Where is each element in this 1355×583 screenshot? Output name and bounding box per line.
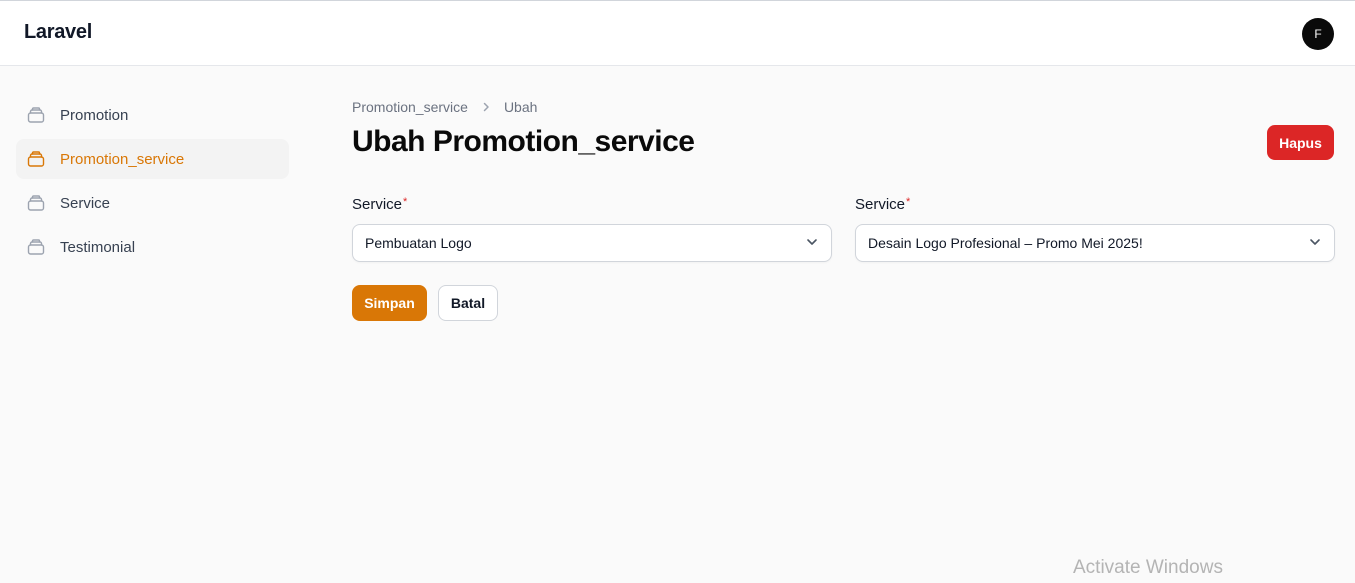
cancel-button[interactable]: Batal xyxy=(438,285,498,321)
breadcrumb-parent-link[interactable]: Promotion_service xyxy=(352,99,468,115)
sidebar-item-promotion[interactable]: Promotion xyxy=(16,95,289,135)
promotion-field: Service* Desain Logo Profesional – Promo… xyxy=(855,196,1335,262)
chevron-down-icon xyxy=(1308,235,1322,252)
sidebar-item-label: Promotion_service xyxy=(60,150,185,168)
promotion-select-value: Desain Logo Profesional – Promo Mei 2025… xyxy=(868,235,1143,251)
promotion-label: Service* xyxy=(855,196,1335,214)
sidebar-item-label: Service xyxy=(60,194,111,212)
stack-icon xyxy=(26,149,46,169)
chevron-down-icon xyxy=(805,235,819,252)
promotion-label-text: Service xyxy=(855,196,906,213)
breadcrumb: Promotion_service Ubah xyxy=(352,99,537,115)
brand-logo[interactable]: Laravel xyxy=(24,21,92,44)
delete-button[interactable]: Hapus xyxy=(1267,125,1334,160)
required-mark: * xyxy=(906,196,911,208)
service-label: Service* xyxy=(352,196,832,214)
service-field: Service* Pembuatan Logo xyxy=(352,196,832,262)
sidebar-item-label: Promotion xyxy=(60,106,129,124)
chevron-right-icon xyxy=(480,101,492,113)
sidebar: Promotion Promotion_service Service Test… xyxy=(16,95,289,271)
sidebar-item-promotion-service[interactable]: Promotion_service xyxy=(16,139,289,179)
stack-icon xyxy=(26,193,46,213)
page-title: Ubah Promotion_service xyxy=(352,125,695,158)
sidebar-item-testimonial[interactable]: Testimonial xyxy=(16,227,289,267)
user-avatar[interactable]: F xyxy=(1302,18,1334,50)
promotion-select[interactable]: Desain Logo Profesional – Promo Mei 2025… xyxy=(855,224,1335,262)
activate-windows-watermark: Activate Windows xyxy=(1073,557,1223,578)
required-mark: * xyxy=(403,196,408,208)
top-bar: Laravel F xyxy=(0,0,1355,66)
save-button[interactable]: Simpan xyxy=(352,285,427,321)
service-select[interactable]: Pembuatan Logo xyxy=(352,224,832,262)
sidebar-item-label: Testimonial xyxy=(60,238,136,256)
service-select-value: Pembuatan Logo xyxy=(365,235,472,251)
sidebar-item-service[interactable]: Service xyxy=(16,183,289,223)
stack-icon xyxy=(26,237,46,257)
stack-icon xyxy=(26,105,46,125)
breadcrumb-current: Ubah xyxy=(503,99,538,115)
service-label-text: Service xyxy=(352,196,403,213)
